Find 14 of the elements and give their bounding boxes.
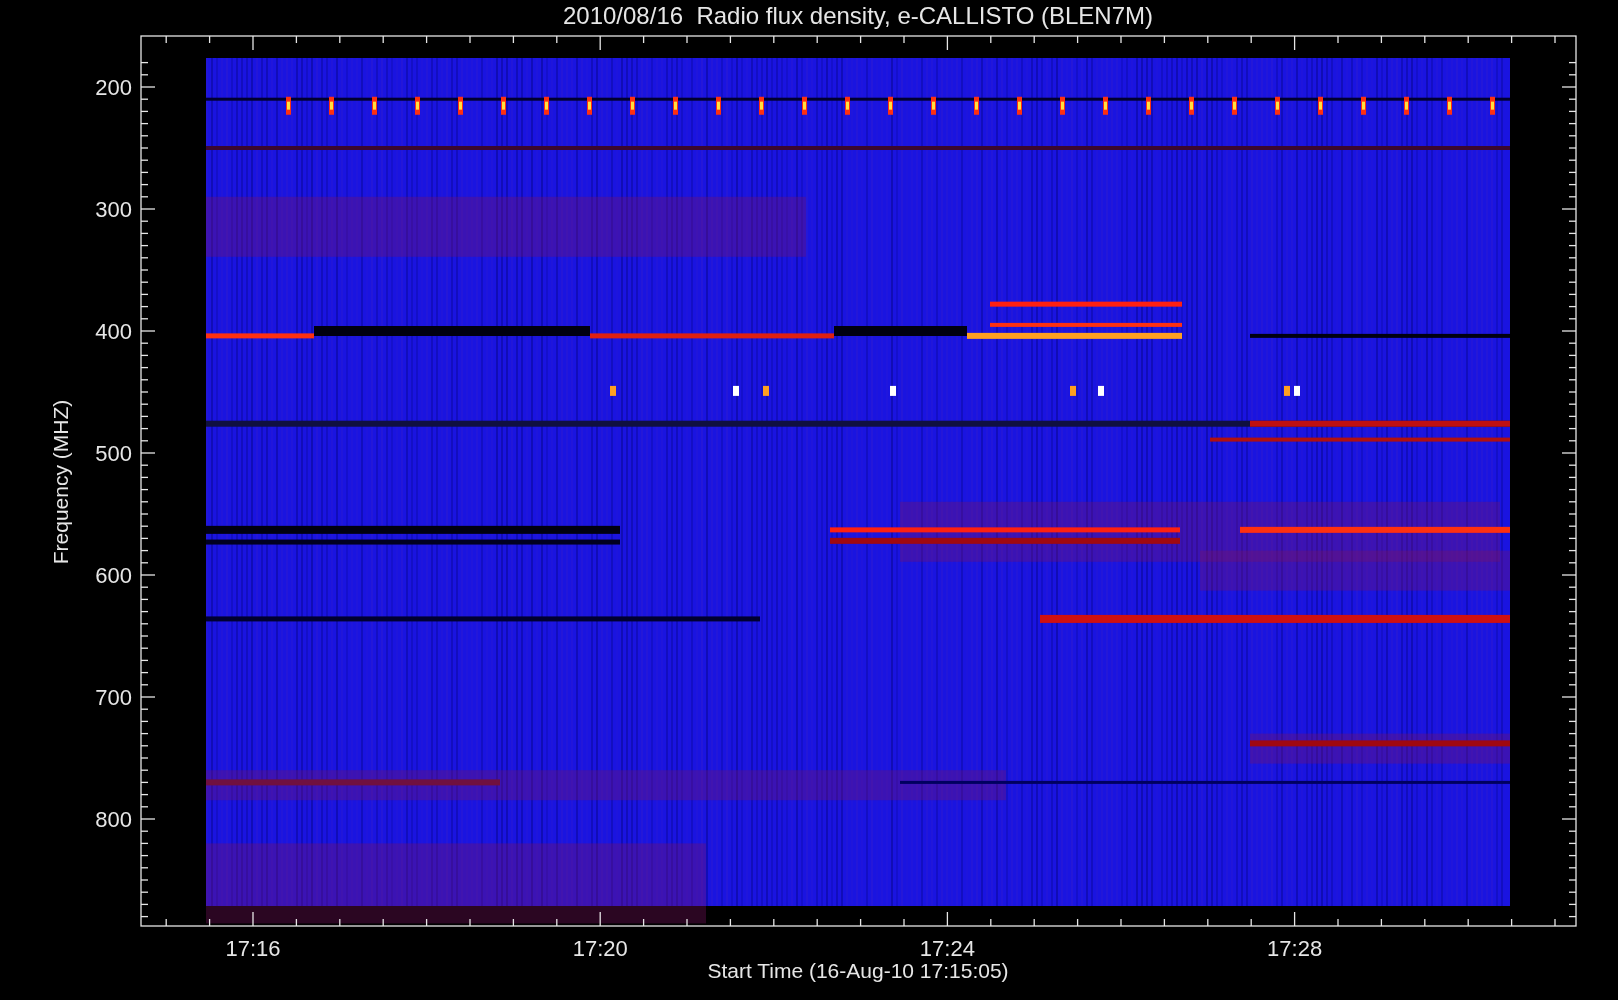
y-axis-label: Frequency (MHZ) (49, 399, 72, 565)
x-axis-label: Start Time (16-Aug-10 17:15:05) (707, 959, 1009, 982)
y-tick-label: 200 (95, 75, 132, 100)
y-tick-label: 800 (95, 807, 132, 832)
y-tick-label: 600 (95, 563, 132, 588)
y-tick-label: 700 (95, 685, 132, 710)
y-tick-label: 500 (95, 441, 132, 466)
chart-title: 2010/08/16 Radio flux density, e-CALLISTO (BLEN7M) (562, 2, 1154, 29)
x-tick-label: 17:24 (919, 936, 975, 961)
y-tick-label: 300 (95, 197, 132, 222)
x-tick-label: 17:16 (225, 936, 281, 961)
x-tick-label: 17:28 (1267, 936, 1323, 961)
x-tick-label: 17:20 (572, 936, 628, 961)
y-tick-label: 400 (95, 319, 132, 344)
